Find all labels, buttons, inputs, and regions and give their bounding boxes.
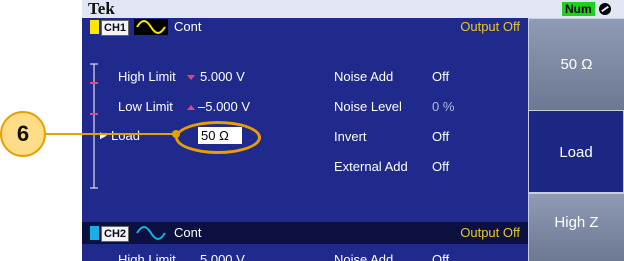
load-label: Load [111, 128, 140, 143]
softkey-load-label: Load [559, 144, 593, 161]
ch2-noise-add-label: Noise Add [334, 252, 394, 261]
high-limit-label: High Limit [118, 69, 176, 84]
brand-logo: Tek [88, 0, 115, 18]
softkey-high-z[interactable]: High Z [528, 193, 624, 261]
noise-add-label: Noise Add [334, 69, 394, 84]
knob-lock-icon [599, 3, 611, 15]
ch1-output-status: Output Off [460, 19, 520, 34]
num-lock-badge: Num [562, 2, 595, 16]
ch1-header[interactable]: CH1 Cont Output Off [82, 18, 528, 36]
ch2-output-status: Output Off [460, 225, 520, 240]
ch2-noise-add-value: Off [432, 252, 450, 261]
noise-add-value[interactable]: Off [432, 69, 449, 84]
noise-level-label: Noise Level [334, 99, 402, 114]
ch1-label: CH1 [101, 20, 130, 36]
callout-leader-line [44, 133, 176, 135]
high-limit-marker-icon [187, 75, 195, 80]
external-add-label: External Add [334, 159, 408, 174]
noise-level-value[interactable]: 0 % [432, 99, 454, 114]
limit-range-indicator [90, 63, 98, 189]
ch2-header[interactable]: CH2 Cont Output Off [82, 222, 528, 244]
callout-highlight-ellipse [175, 121, 261, 154]
invert-label: Invert [334, 129, 367, 144]
ch1-run-mode: Cont [174, 19, 202, 34]
selection-pointer-icon: ▶ [100, 130, 107, 140]
ch2-high-limit-label: High Limit [118, 252, 176, 261]
ch2-run-mode: Cont [174, 225, 202, 240]
invert-value[interactable]: Off [432, 129, 449, 144]
low-limit-marker-icon [187, 105, 195, 110]
low-limit-value[interactable]: –5.000 V [198, 99, 250, 114]
callout-number-badge: 6 [0, 111, 46, 157]
softkey-load[interactable]: Load [528, 110, 624, 193]
external-add-value[interactable]: Off [432, 159, 449, 174]
instrument-screen: Tek Num CH1 Cont Output Off High Limit 5… [82, 0, 624, 261]
sine-wave-icon [136, 226, 166, 240]
softkey-panel: 50 Ω Load High Z [528, 18, 624, 261]
ch2-color-marker [90, 226, 99, 240]
ch2-high-limit-value: 5.000 V [200, 252, 245, 261]
low-limit-label: Low Limit [118, 99, 173, 114]
top-status-bar: Tek Num [82, 0, 624, 18]
softkey-50-ohm[interactable]: 50 Ω [528, 18, 624, 110]
sine-wave-icon [134, 19, 168, 35]
softkey-high-z-label: High Z [554, 214, 599, 231]
ch2-label: CH2 [101, 226, 130, 242]
softkey-50-ohm-label: 50 Ω [560, 56, 593, 73]
high-limit-value[interactable]: 5.000 V [200, 69, 245, 84]
ch1-color-marker [90, 20, 99, 34]
